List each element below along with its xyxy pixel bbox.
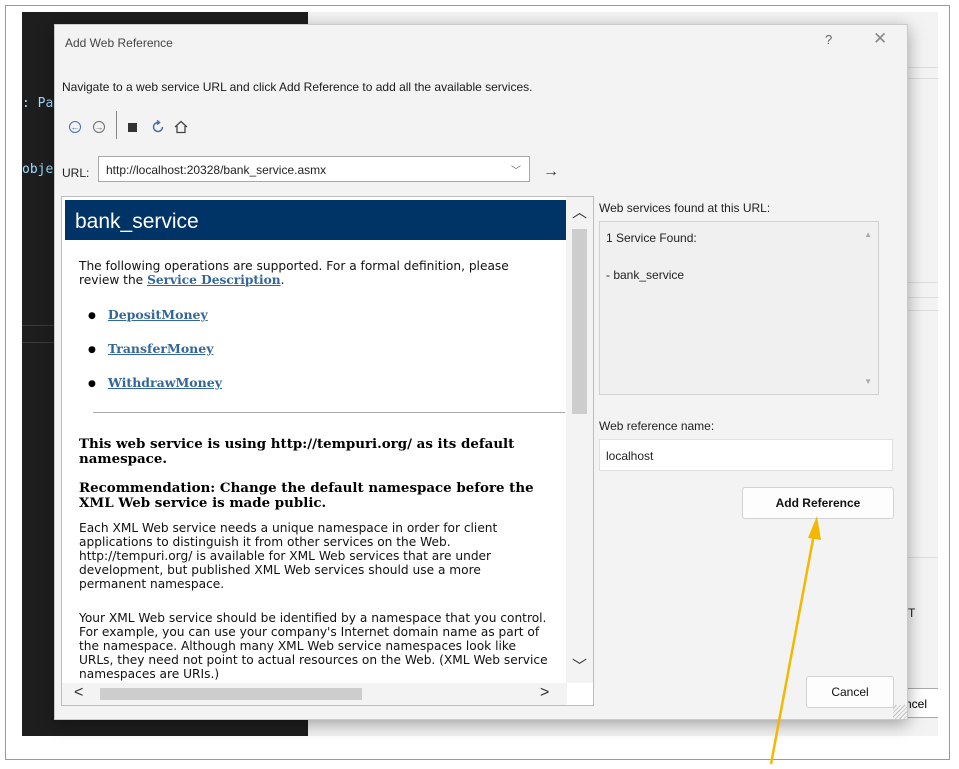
operation-link-deposit[interactable]: DepositMoney bbox=[108, 307, 208, 322]
horizontal-scrollbar[interactable]: < > bbox=[62, 683, 567, 705]
divider bbox=[908, 297, 938, 298]
operation-item: ● WithdrawMoney bbox=[88, 375, 222, 390]
back-icon[interactable]: ← bbox=[67, 119, 83, 135]
stop-icon[interactable] bbox=[124, 119, 140, 135]
ide-text-fragment: T bbox=[908, 606, 916, 620]
namespace-heading: This web service is using http://tempuri… bbox=[79, 436, 515, 467]
chevron-down-icon[interactable]: ﹀ bbox=[572, 655, 587, 676]
divider bbox=[908, 282, 938, 283]
service-count: 1 Service Found: bbox=[606, 231, 697, 245]
code-fragment: : Pa bbox=[22, 96, 54, 111]
go-arrow-icon[interactable]: → bbox=[543, 163, 559, 181]
chevron-up-icon[interactable]: ︿ bbox=[572, 201, 587, 222]
service-description-link[interactable]: Service Description bbox=[147, 273, 281, 287]
divider bbox=[22, 325, 54, 326]
operation-item: ● TransferMoney bbox=[88, 341, 214, 356]
chevron-down-icon[interactable]: ﹀ bbox=[511, 162, 521, 177]
dialog-title: Add Web Reference bbox=[65, 36, 173, 50]
service-heading: bank_service bbox=[65, 200, 567, 240]
services-found-label: Web services found at this URL: bbox=[599, 201, 771, 215]
instructions-text: Navigate to a web service URL and click … bbox=[62, 80, 533, 94]
reference-name-label: Web reference name: bbox=[599, 419, 715, 433]
divider bbox=[908, 67, 938, 68]
operation-link-withdraw[interactable]: WithdrawMoney bbox=[108, 375, 222, 390]
vertical-scrollbar[interactable]: ︿ ﹀ bbox=[566, 197, 593, 683]
cancel-button[interactable]: Cancel bbox=[806, 676, 894, 708]
divider bbox=[908, 78, 938, 79]
add-web-reference-dialog: Add Web Reference ? ✕ Navigate to a web … bbox=[54, 24, 908, 720]
browser-content: bank_service The following operations ar… bbox=[62, 197, 567, 683]
url-value: http://localhost:20328/bank_service.asmx bbox=[106, 163, 327, 177]
chevron-right-icon[interactable]: > bbox=[540, 684, 549, 702]
scroll-down-icon[interactable]: ▼ bbox=[864, 377, 872, 386]
help-icon[interactable]: ? bbox=[825, 32, 832, 47]
services-found-box[interactable]: 1 Service Found: - bank_service ▲ ▼ bbox=[599, 221, 879, 395]
forward-icon[interactable]: → bbox=[91, 119, 107, 135]
operation-link-transfer[interactable]: TransferMoney bbox=[108, 341, 214, 356]
scroll-up-icon[interactable]: ▲ bbox=[864, 230, 872, 239]
divider bbox=[22, 342, 54, 343]
toolbar-separator bbox=[116, 111, 117, 139]
chevron-left-icon[interactable]: < bbox=[74, 684, 83, 702]
divider bbox=[908, 310, 938, 311]
refresh-icon[interactable] bbox=[150, 119, 166, 135]
scroll-thumb[interactable] bbox=[100, 688, 362, 700]
scroll-thumb[interactable] bbox=[572, 229, 587, 414]
intro-text: The following operations are supported. … bbox=[79, 259, 509, 287]
add-reference-button[interactable]: Add Reference bbox=[742, 487, 894, 519]
namespace-paragraph: Each XML Web service needs a unique name… bbox=[79, 521, 498, 591]
close-icon[interactable]: ✕ bbox=[873, 29, 887, 49]
url-combobox[interactable]: http://localhost:20328/bank_service.asmx… bbox=[98, 156, 530, 182]
divider bbox=[908, 557, 938, 558]
service-entry: - bank_service bbox=[606, 268, 685, 282]
operation-item: ● DepositMoney bbox=[88, 307, 208, 322]
code-fragment: obje bbox=[22, 162, 54, 177]
divider bbox=[93, 412, 565, 413]
url-label: URL: bbox=[62, 166, 90, 180]
home-icon[interactable] bbox=[173, 119, 189, 135]
service-browser: bank_service The following operations ar… bbox=[61, 196, 594, 706]
recommendation-heading: Recommendation: Change the default names… bbox=[79, 480, 534, 511]
namespace-paragraph-2: Your XML Web service should be identifie… bbox=[79, 611, 548, 681]
resize-grip[interactable] bbox=[893, 705, 907, 719]
reference-name-input[interactable]: localhost bbox=[599, 439, 893, 471]
